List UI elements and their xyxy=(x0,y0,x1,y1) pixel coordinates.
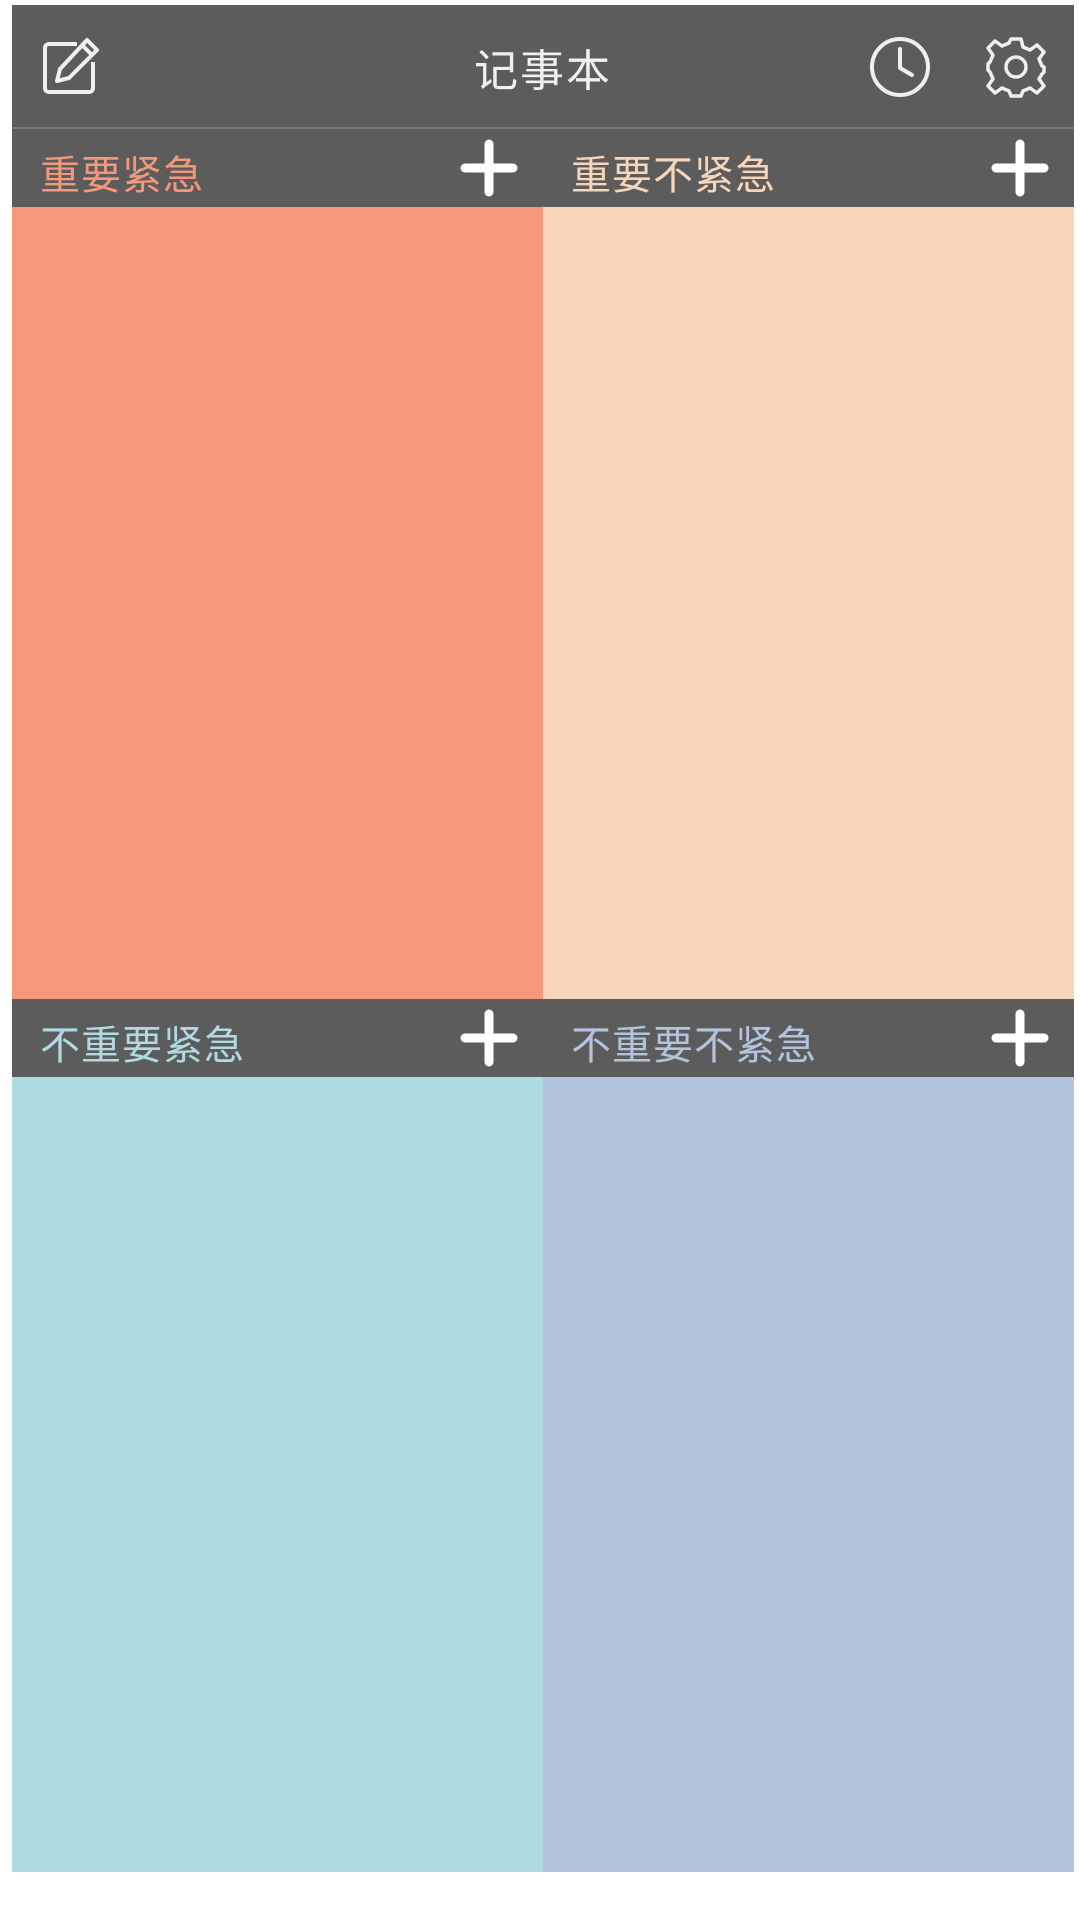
quadrant-header-not-urgent-not-important: 不重要不紧急 xyxy=(543,999,1074,1077)
plus-icon xyxy=(460,139,518,197)
gear-icon xyxy=(986,37,1046,98)
quadrant-area-not-urgent-not-important[interactable] xyxy=(543,1077,1074,1872)
quadrant-label: 重要紧急 xyxy=(40,153,204,199)
notepad-app: 记事本 重要紧急 重要不紧急 不重要紧急 不重要不紧急 xyxy=(12,5,1074,1872)
quadrant-header-urgent-not-important: 不重要紧急 xyxy=(12,999,543,1077)
quadrant-area-urgent-not-important[interactable] xyxy=(12,1077,543,1872)
add-note-button-not-urgent-not-important[interactable] xyxy=(990,1008,1050,1068)
quadrant-area-important-not-urgent[interactable] xyxy=(543,207,1074,999)
quadrant-label: 不重要不紧急 xyxy=(571,1023,817,1069)
top-bar: 记事本 xyxy=(12,5,1074,129)
plus-icon xyxy=(991,1009,1049,1067)
quadrant-label: 不重要紧急 xyxy=(40,1023,245,1069)
add-note-button-urgent-not-important[interactable] xyxy=(459,1008,519,1068)
plus-icon xyxy=(460,1009,518,1067)
add-note-button-important-not-urgent[interactable] xyxy=(990,138,1050,198)
quadrant-area-urgent-important[interactable] xyxy=(12,207,543,999)
quadrant-label: 重要不紧急 xyxy=(571,153,776,199)
history-button[interactable] xyxy=(864,31,936,103)
settings-button[interactable] xyxy=(980,31,1052,103)
plus-icon xyxy=(991,139,1049,197)
upper-section-header: 重要紧急 重要不紧急 xyxy=(12,129,1074,207)
quadrant-header-urgent-important: 重要紧急 xyxy=(12,129,543,207)
add-note-button-urgent-important[interactable] xyxy=(459,138,519,198)
lower-section-header: 不重要紧急 不重要不紧急 xyxy=(12,999,1074,1077)
clock-icon xyxy=(870,37,930,97)
quadrant-header-important-not-urgent: 重要不紧急 xyxy=(543,129,1074,207)
